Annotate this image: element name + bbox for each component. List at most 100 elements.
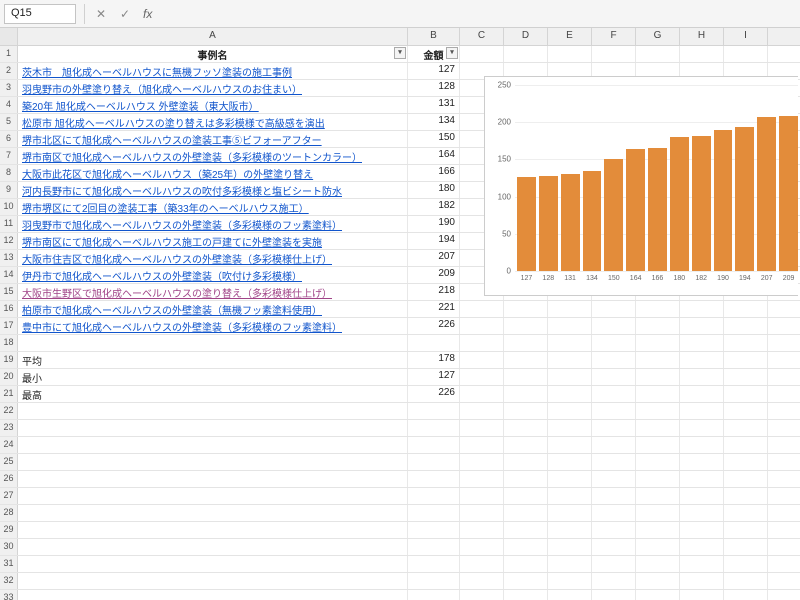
cell-empty[interactable] bbox=[548, 573, 592, 589]
cell-empty[interactable] bbox=[636, 46, 680, 62]
cell-empty[interactable] bbox=[680, 369, 724, 385]
cell-empty[interactable] bbox=[548, 471, 592, 487]
cell-b[interactable]: 166 bbox=[408, 165, 460, 181]
chart-bar[interactable] bbox=[714, 130, 733, 271]
cell-empty[interactable] bbox=[592, 522, 636, 538]
cell-a[interactable] bbox=[18, 590, 408, 600]
row-header[interactable]: 12 bbox=[0, 233, 18, 249]
cell-empty[interactable] bbox=[548, 386, 592, 402]
cell-empty[interactable] bbox=[636, 352, 680, 368]
row-header[interactable]: 33 bbox=[0, 590, 18, 600]
cell-empty[interactable] bbox=[636, 556, 680, 572]
cell-empty[interactable] bbox=[592, 352, 636, 368]
cell-empty[interactable] bbox=[724, 301, 768, 317]
row-header[interactable]: 14 bbox=[0, 267, 18, 283]
cell-empty[interactable] bbox=[724, 454, 768, 470]
cell-empty[interactable] bbox=[680, 488, 724, 504]
cell-empty[interactable] bbox=[460, 556, 504, 572]
cell-a[interactable] bbox=[18, 335, 408, 351]
cell-empty[interactable] bbox=[636, 335, 680, 351]
chart-bar[interactable] bbox=[561, 174, 580, 271]
cell-empty[interactable] bbox=[636, 386, 680, 402]
cell-a[interactable]: 大阪市生野区で旭化成ヘーベルハウスの塗り替え（多彩模様仕上げ） bbox=[18, 284, 408, 300]
cell-empty[interactable] bbox=[724, 369, 768, 385]
row-header[interactable]: 4 bbox=[0, 97, 18, 113]
cell-b[interactable]: 218 bbox=[408, 284, 460, 300]
col-header-b[interactable]: B bbox=[408, 28, 460, 45]
cancel-icon[interactable]: ✕ bbox=[93, 6, 109, 22]
cell-empty[interactable] bbox=[592, 590, 636, 600]
cell-empty[interactable] bbox=[680, 539, 724, 555]
case-link[interactable]: 羽曳野市の外壁塗り替え（旭化成ヘーベルハウスのお住まい） bbox=[22, 85, 302, 96]
row-header[interactable]: 25 bbox=[0, 454, 18, 470]
cell-b[interactable]: 127 bbox=[408, 63, 460, 79]
cell-empty[interactable] bbox=[548, 420, 592, 436]
cell-empty[interactable] bbox=[592, 573, 636, 589]
cell-empty[interactable] bbox=[680, 46, 724, 62]
cell-empty[interactable] bbox=[724, 335, 768, 351]
cell-empty[interactable] bbox=[504, 386, 548, 402]
cell-empty[interactable] bbox=[548, 590, 592, 600]
cell-empty[interactable] bbox=[636, 454, 680, 470]
cell-a[interactable] bbox=[18, 454, 408, 470]
cell-empty[interactable] bbox=[592, 437, 636, 453]
col-header-d[interactable]: D bbox=[504, 28, 548, 45]
case-link[interactable]: 伊丹市で旭化成ヘーベルハウスの外壁塗装（吹付け多彩模様） bbox=[22, 272, 302, 283]
cell-empty[interactable] bbox=[592, 301, 636, 317]
case-link[interactable]: 堺市堺区にて2回目の塗装工事（築33年のヘーベルハウス施工） bbox=[22, 204, 309, 215]
cell-empty[interactable] bbox=[636, 522, 680, 538]
cell-empty[interactable] bbox=[724, 488, 768, 504]
cell-empty[interactable] bbox=[504, 301, 548, 317]
cell-b[interactable]: 178 bbox=[408, 352, 460, 368]
cell-empty[interactable] bbox=[548, 352, 592, 368]
cell-empty[interactable] bbox=[504, 522, 548, 538]
fx-icon[interactable]: fx bbox=[143, 7, 152, 21]
cell-empty[interactable] bbox=[548, 46, 592, 62]
cell-empty[interactable] bbox=[636, 590, 680, 600]
cell-a[interactable]: 豊中市にて旭化成ヘーベルハウスの外壁塗装（多彩模様のフッ素塗料） bbox=[18, 318, 408, 334]
cell-b[interactable]: 150 bbox=[408, 131, 460, 147]
row-header[interactable]: 22 bbox=[0, 403, 18, 419]
cell-empty[interactable] bbox=[636, 488, 680, 504]
cell-empty[interactable] bbox=[636, 301, 680, 317]
row-header[interactable]: 31 bbox=[0, 556, 18, 572]
cell-empty[interactable] bbox=[504, 437, 548, 453]
cell-empty[interactable] bbox=[636, 471, 680, 487]
cell-empty[interactable] bbox=[636, 420, 680, 436]
cell-b[interactable]: 221 bbox=[408, 301, 460, 317]
cell-b[interactable]: 226 bbox=[408, 386, 460, 402]
case-link[interactable]: 大阪市生野区で旭化成ヘーベルハウスの塗り替え（多彩模様仕上げ） bbox=[22, 289, 332, 300]
cell-empty[interactable] bbox=[460, 301, 504, 317]
cell-empty[interactable] bbox=[592, 403, 636, 419]
cell-b[interactable]: 207 bbox=[408, 250, 460, 266]
cell-a[interactable] bbox=[18, 488, 408, 504]
cell-b[interactable]: 180 bbox=[408, 182, 460, 198]
cell-empty[interactable] bbox=[680, 590, 724, 600]
case-link[interactable]: 松原市 旭化成ヘーベルハウスの塗り替えは多彩模様で高級感を演出 bbox=[22, 119, 325, 130]
cell-a[interactable]: 最小 bbox=[18, 369, 408, 385]
cell-b[interactable]: 209 bbox=[408, 267, 460, 283]
cell-b[interactable]: 226 bbox=[408, 318, 460, 334]
cell-a[interactable]: 平均 bbox=[18, 352, 408, 368]
chart-bar[interactable] bbox=[735, 127, 754, 271]
cell-b[interactable] bbox=[408, 471, 460, 487]
cell-empty[interactable] bbox=[724, 352, 768, 368]
cell-b[interactable]: 134 bbox=[408, 114, 460, 130]
row-header[interactable]: 5 bbox=[0, 114, 18, 130]
cell-empty[interactable] bbox=[724, 573, 768, 589]
embedded-bar-chart[interactable]: 050100150200250 127128131134150164166180… bbox=[484, 76, 798, 296]
cell-a[interactable] bbox=[18, 505, 408, 521]
col-header-a[interactable]: A bbox=[18, 28, 408, 45]
chart-bar[interactable] bbox=[779, 116, 798, 271]
cell-a[interactable]: 最高 bbox=[18, 386, 408, 402]
cell-empty[interactable] bbox=[460, 369, 504, 385]
case-link[interactable]: 河内長野市にて旭化成ヘーベルハウスの吹付多彩模様と塩ビシート防水 bbox=[22, 187, 342, 198]
cell-empty[interactable] bbox=[592, 454, 636, 470]
select-all-triangle[interactable] bbox=[0, 28, 18, 45]
table-header-a[interactable]: 事例名▾ bbox=[18, 46, 408, 62]
row-header[interactable]: 2 bbox=[0, 63, 18, 79]
cell-empty[interactable] bbox=[680, 471, 724, 487]
row-header[interactable]: 23 bbox=[0, 420, 18, 436]
cell-empty[interactable] bbox=[636, 369, 680, 385]
cell-empty[interactable] bbox=[724, 420, 768, 436]
